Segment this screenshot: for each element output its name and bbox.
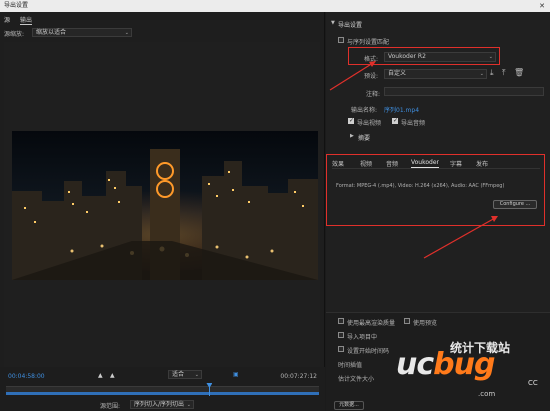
end-timecode: 00:07:27:12 xyxy=(280,373,317,380)
chevron-down-icon: ⌄ xyxy=(186,402,191,408)
watermark-url: .com xyxy=(478,390,496,398)
watermark-suffix: CC xyxy=(528,379,538,387)
delete-preset-icon[interactable]: 🗑 xyxy=(514,68,524,77)
chevron-down-icon: ⌄ xyxy=(479,71,484,77)
save-preset-icon[interactable]: ⤓ xyxy=(490,68,494,78)
source-scaling-select[interactable]: 缩放以适合 ⌄ xyxy=(32,28,132,37)
export-video-checkbox[interactable] xyxy=(348,117,354,124)
current-timecode[interactable]: 00:04:58:00 xyxy=(8,373,45,380)
playhead[interactable] xyxy=(209,384,211,396)
tab-video[interactable]: 视频 xyxy=(360,159,372,168)
close-icon[interactable]: ✕ xyxy=(534,0,550,12)
timeline-range-bar[interactable] xyxy=(6,392,319,395)
source-scaling-row: 源缩放: 缩放以适合 ⌄ xyxy=(4,28,134,38)
format-summary-text: Format: MPEG-4 (.mp4), Video: H.264 (x26… xyxy=(336,183,505,189)
format-highlight-box xyxy=(348,47,500,65)
source-range-label: 源范围: xyxy=(100,403,121,410)
use-previews-label: 使用预览 xyxy=(413,320,438,327)
summary-triangle-icon[interactable]: ▶ xyxy=(350,133,354,139)
import-into-project-checkbox[interactable] xyxy=(338,332,344,338)
tab-publish[interactable]: 发布 xyxy=(476,159,488,168)
export-audio-checkbox[interactable] xyxy=(392,117,398,124)
disclosure-triangle-icon[interactable]: ▼ xyxy=(331,20,335,26)
video-frame xyxy=(12,131,318,280)
time-interpolation-label: 时间插值 xyxy=(338,362,363,369)
zoom-fit-select[interactable]: 适合 ⌄ xyxy=(168,370,202,379)
source-scaling-value: 缩放以适合 xyxy=(36,29,67,36)
safe-margins-icon[interactable]: ▣ xyxy=(233,371,239,378)
chevron-down-icon: ⌄ xyxy=(124,30,129,36)
site-watermark: 统计下载站 ucbug CC .com xyxy=(392,335,550,411)
comment-label: 注释: xyxy=(366,91,381,98)
comment-field[interactable] xyxy=(384,87,544,96)
max-render-quality-label: 使用最高渲染质量 xyxy=(347,320,396,327)
export-settings-title: 导出设置 xyxy=(338,22,363,29)
tab-captions[interactable]: 字幕 xyxy=(450,159,462,168)
zoom-fit-value: 适合 xyxy=(172,371,185,378)
match-sequence-checkbox[interactable] xyxy=(338,37,344,43)
night-city-image xyxy=(12,131,318,280)
source-range-value: 序列切入/序列切出 xyxy=(134,401,185,408)
settings-tabs: 效果 视频 音频 Voukoder 字幕 发布 xyxy=(332,158,540,169)
watermark-logo: ucbug xyxy=(396,347,495,382)
window-title: 导出设置 xyxy=(4,2,29,9)
set-start-timecode-label: 设置开始时间码 xyxy=(347,348,390,355)
export-audio-label: 导出音频 xyxy=(401,120,426,127)
tab-source[interactable]: 源 xyxy=(4,15,10,24)
tab-audio[interactable]: 音频 xyxy=(386,159,398,168)
preset-label: 预设: xyxy=(364,73,379,80)
summary-label[interactable]: 摘要 xyxy=(358,133,370,142)
tab-output[interactable]: 输出 xyxy=(19,15,32,25)
import-into-project-label: 导入项目中 xyxy=(347,334,378,341)
estimated-file-size-label: 估计文件大小 xyxy=(338,376,375,383)
max-render-quality-checkbox[interactable] xyxy=(338,318,344,324)
use-previews-checkbox[interactable] xyxy=(404,318,410,324)
export-settings-header[interactable]: ▼ 导出设置 xyxy=(331,20,363,29)
window-titlebar: 导出设置 ✕ xyxy=(0,0,550,12)
export-video-label: 导出视频 xyxy=(357,120,382,127)
set-start-timecode-checkbox[interactable] xyxy=(338,346,344,352)
mark-out-icon[interactable]: ▲ xyxy=(110,372,115,379)
metadata-button[interactable]: 元数据... xyxy=(334,401,364,410)
match-sequence-label: 与序列设置匹配 xyxy=(347,39,390,46)
import-preset-icon[interactable]: ⤒ xyxy=(502,68,506,78)
output-name-link[interactable]: 序列01.mp4 xyxy=(384,105,419,114)
configure-button[interactable]: Configure ... xyxy=(493,200,537,209)
source-range-select[interactable]: 序列切入/序列切出 ⌄ xyxy=(130,400,194,409)
tab-voukoder[interactable]: Voukoder xyxy=(411,159,440,168)
source-output-tabs: 源 输出 xyxy=(4,15,40,25)
preview-panel: 源 输出 源缩放: 缩放以适合 ⌄ 00:04:58:00 ▲ ▲ 适合 ⌄ ▣… xyxy=(0,12,325,411)
video-preview-area xyxy=(4,42,320,369)
preset-value: 自定义 xyxy=(388,70,407,77)
output-name-label: 输出名称: xyxy=(351,107,378,114)
mark-in-icon[interactable]: ▲ xyxy=(98,372,103,379)
preset-select[interactable]: 自定义 ⌄ xyxy=(384,69,487,79)
timeline-bar: 00:04:58:00 ▲ ▲ 适合 ⌄ ▣ 00:07:27:12 源范围: … xyxy=(0,367,325,411)
source-scaling-label: 源缩放: xyxy=(4,31,25,38)
tab-effects[interactable]: 效果 xyxy=(332,159,344,168)
chevron-down-icon: ⌄ xyxy=(194,372,199,378)
